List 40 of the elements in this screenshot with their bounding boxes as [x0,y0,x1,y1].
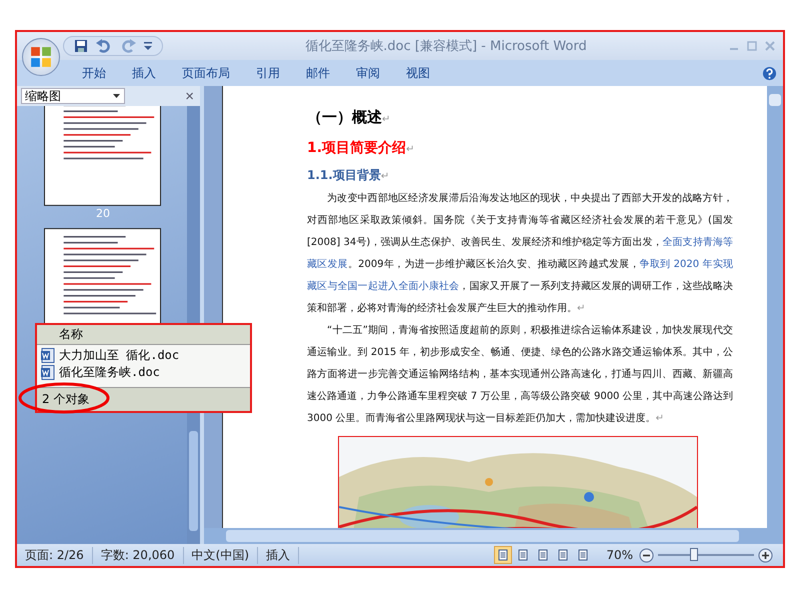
ribbon-tab[interactable]: 页面布局 [169,64,243,82]
dropdown-arrow-icon[interactable] [112,93,121,99]
ribbon-tab[interactable]: 开始 [69,64,119,82]
help-icon[interactable] [762,66,777,80]
window-title: 循化至隆务峡.doc [兼容模式] - Microsoft Word [304,38,588,55]
print-layout-icon[interactable] [494,546,512,564]
section-title: 1.项目简要介绍↵ [307,139,416,157]
document-icon [41,348,55,363]
ribbon-tab[interactable]: 审阅 [343,64,393,82]
column-header[interactable]: 名称 [37,325,250,345]
close-button[interactable]: × [183,88,196,104]
file-name[interactable]: 大力加山至 循化.doc [59,347,180,364]
ribbon-tab[interactable]: 邮件 [293,64,343,82]
page-count[interactable]: 页面: 2/26 [17,546,93,564]
view-dropdown[interactable]: 缩略图 [21,88,125,104]
language-indicator[interactable]: 中文(中国) [184,546,258,564]
document-icon [41,365,55,380]
zoom-in-icon[interactable] [758,548,773,562]
page-thumbnail[interactable] [44,106,162,207]
ribbon-tab[interactable]: 视图 [393,64,443,82]
page-number: 20 [96,207,110,222]
scrollbar[interactable] [767,86,783,528]
file-name[interactable]: 循化至隆务峡.doc [59,364,160,381]
subsection-title: 1.1.项目背景↵ [307,167,390,184]
horizontal-scrollbar[interactable] [204,528,783,544]
paragraph: 为改变中西部地区经济发展滞后沿海发达地区的现状，中央提出了西部大开发的战略方针，对西部地区采取政策倾斜。国务院《关于支持青海等省藏区经济社会发展的若干意见》(国发[2008] 34号)，强调从生态保护、改善民生、发展经济和维护稳定等方面出发，全面支持青海等藏区发展。2009年，为进一步维护藏区长治久安、推动藏区跨越式发展，争取到 2020 年实现藏区与全国一起进入全面小康社会，国家又开展了一系列支持藏区发展的调研工作，这些战略决策和部署，必将对青海的经济社会发展产生巨大的推动作用。↵ [307,192,733,316]
ribbon-tab[interactable]: 引用 [243,64,293,82]
undo-icon[interactable] [96,39,112,53]
insert-mode[interactable]: 插入 [258,546,300,564]
customize-toolbar-icon[interactable] [144,41,152,51]
paragraph: “十二五”期间，青海省按照适度超前的原则，积极推进综合运输体系建设，加快发展现代交通运输业。到 2015 年，初步形成安全、畅通、便捷、绿色的公路水路交通运输体系。其中，公路方面将进一步完善交通运输网络结构，基本实现通州公路高速化，打通与四川、西藏、新疆高速公路通道，力争公路通车里程突破 7 万公里，高等级公路突破 9000 公里，其中高速公路达到 3000 公里。而青海省公里路网现状与这一目标差距仍加大，需加快建设进度。↵ [307,324,733,426]
save-icon[interactable] [74,39,88,53]
word-count[interactable]: 字数: 20,060 [92,546,184,564]
zoom-slider[interactable] [658,548,754,562]
zoom-out-icon[interactable] [639,548,654,562]
heading: （一）概述↵ [307,108,392,127]
zoom-level[interactable]: 70% [606,548,633,562]
ribbon-tab[interactable]: 插入 [119,64,169,82]
office-logo [30,46,52,68]
object-count: 2 个对象 [37,387,250,411]
